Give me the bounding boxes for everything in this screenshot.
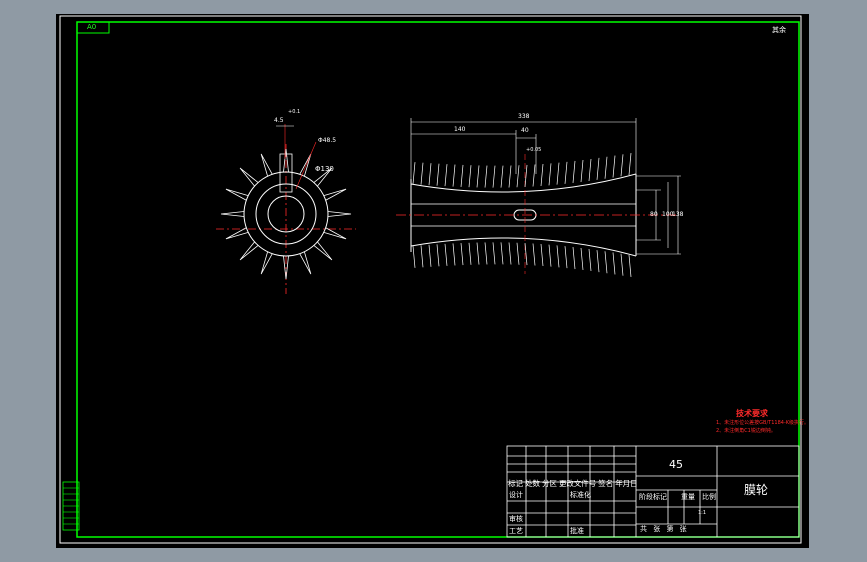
dim-d3: 138 xyxy=(672,211,684,218)
tooth-top xyxy=(468,165,472,188)
dim-bore-note: Φ48.5 xyxy=(318,137,337,144)
inner-frame xyxy=(76,21,800,538)
tooth xyxy=(220,211,245,217)
tooth-top xyxy=(412,162,416,185)
dim-keyway-tol: +0.1 xyxy=(288,109,301,115)
tooth-top xyxy=(564,161,568,184)
tooth-top xyxy=(444,164,448,187)
approve-label: 批准 xyxy=(570,527,584,535)
dim-length: 338 xyxy=(518,113,530,120)
dim-d1: 80 xyxy=(650,211,658,218)
cad-drawing xyxy=(59,15,802,544)
sheets-label: 共 张 第 张 xyxy=(640,525,689,533)
standardize-label: 标准化 xyxy=(570,491,591,499)
tooth xyxy=(239,241,259,261)
tech-req-title: 技术要求 xyxy=(736,409,768,418)
tooth xyxy=(313,241,333,261)
tooth-bottom xyxy=(444,243,448,266)
tooth-bottom xyxy=(572,247,576,270)
end-view xyxy=(216,124,356,294)
tooth-top xyxy=(540,163,544,187)
outer-border xyxy=(59,15,802,544)
review-label: 审核 xyxy=(509,515,523,523)
tooth xyxy=(327,211,352,217)
side-view xyxy=(396,118,681,277)
tooth xyxy=(299,251,312,275)
tooth-top xyxy=(532,164,536,187)
tooth-bottom xyxy=(412,245,416,268)
tooth-bottom xyxy=(580,247,584,271)
tooth xyxy=(323,188,347,201)
tooth-top xyxy=(492,165,496,188)
tooth-bottom xyxy=(436,244,440,267)
tooth-top xyxy=(612,155,616,178)
tooth-bottom xyxy=(532,243,536,266)
part-name: 膜轮 xyxy=(744,483,769,497)
tooth-bottom xyxy=(484,242,488,265)
tooth xyxy=(260,251,273,275)
tooth-bottom xyxy=(452,243,456,266)
stage-mark-label: 阶段标记 xyxy=(639,493,667,501)
sheet-code: A0 xyxy=(87,23,97,31)
tooth-bottom xyxy=(516,242,520,265)
header-row: 标记 处数 分区 更改文件号 签名 年月日 xyxy=(508,479,638,488)
design-label: 设计 xyxy=(509,491,523,499)
tooth-bottom xyxy=(468,242,472,265)
tooth-top xyxy=(580,159,584,183)
tooth-top xyxy=(476,165,480,188)
tooth-bottom xyxy=(476,242,480,265)
tooth-top xyxy=(436,163,440,186)
tooth-top xyxy=(588,158,592,182)
tooth-bottom xyxy=(604,251,608,274)
tooth-bottom xyxy=(548,244,552,267)
tooth-bottom xyxy=(460,243,464,266)
tooth-bottom xyxy=(420,245,424,268)
tooth-bottom xyxy=(428,244,432,267)
dim-left-len: 140 xyxy=(454,126,466,133)
tooth-bottom xyxy=(620,253,624,276)
tooth-bottom xyxy=(612,252,616,275)
tooth-bottom xyxy=(500,242,504,265)
tooth xyxy=(239,167,259,187)
tooth-top xyxy=(548,163,552,186)
dim-od: Φ130 xyxy=(315,165,334,173)
dim-hole-tol: +0.05 xyxy=(526,147,542,153)
scale-label: 比例 xyxy=(702,493,716,501)
tech-req-line2: 2、未注倒角C1锐边倒钝。 xyxy=(716,428,776,434)
tooth-bottom xyxy=(508,242,512,265)
tooth-bottom xyxy=(628,254,632,277)
tooth-bottom xyxy=(564,246,568,269)
tooth-top xyxy=(452,164,456,187)
roughness-note: 其余 xyxy=(772,26,786,34)
dim-tooth: 4.5 xyxy=(274,117,284,124)
dim-mid-len: 40 xyxy=(521,127,529,134)
drawing-sheet: A0 其余 4.5 +0.1 Φ48.5 Φ130 338 140 40 80 … xyxy=(56,14,809,548)
tooth xyxy=(260,153,273,177)
process-label: 工艺 xyxy=(509,527,523,535)
tooth-top xyxy=(428,163,432,186)
tooth-top xyxy=(572,160,576,183)
tooth-top xyxy=(620,154,624,177)
weight-label: 重量 xyxy=(681,493,695,501)
tooth-top xyxy=(516,165,520,188)
tooth-top xyxy=(500,165,504,188)
tooth-top xyxy=(484,165,488,188)
tooth-top xyxy=(596,157,600,180)
tooth-top xyxy=(460,164,464,187)
tooth-top xyxy=(556,162,560,185)
tooth-top xyxy=(508,165,512,188)
tooth-bottom xyxy=(540,243,544,267)
scale-value: 1:1 xyxy=(698,510,707,516)
material: 45 xyxy=(669,458,683,471)
tooth xyxy=(225,188,249,201)
tech-req-line1: 1、未注形位公差按GB/T1184-K级执行。 xyxy=(716,420,810,426)
tooth-bottom xyxy=(492,242,496,265)
tooth-top xyxy=(420,162,424,185)
tooth-bottom xyxy=(596,250,600,273)
tooth-top xyxy=(604,156,608,179)
tooth-bottom xyxy=(588,248,592,272)
tooth-bottom xyxy=(556,245,560,268)
tooth-top xyxy=(628,153,632,176)
